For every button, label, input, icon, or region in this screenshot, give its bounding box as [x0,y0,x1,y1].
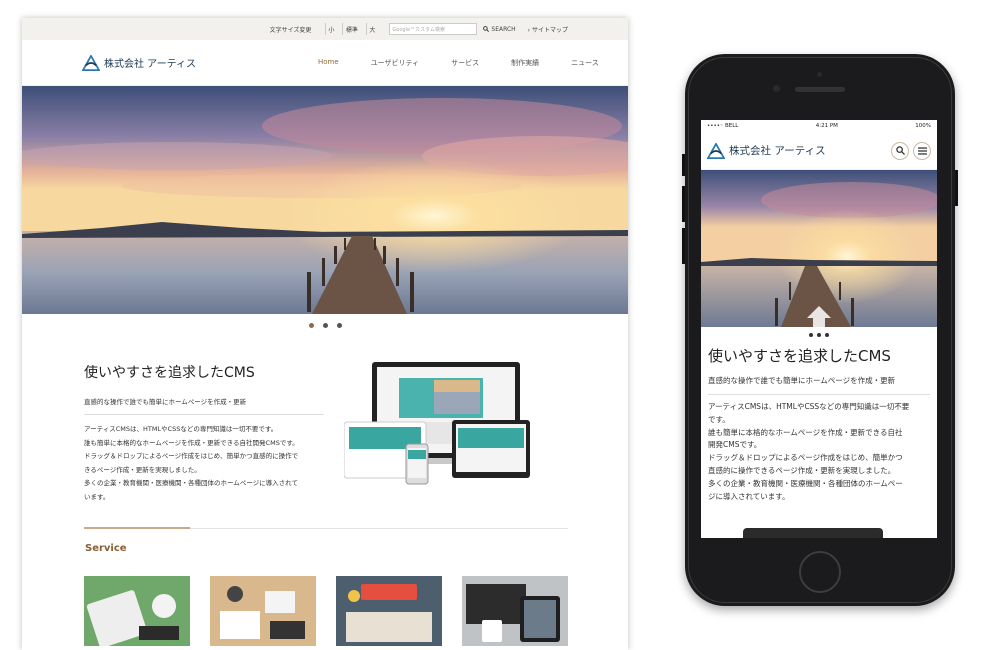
intro-line: ジに導入されています。 [708,491,790,501]
mobile-intro: 使いやすさを追求したCMS 直感的な操作で誰でも簡単にホームページを作成・更新 … [701,337,937,503]
mobile-hero-image [701,170,937,327]
device-illustration [343,362,554,492]
search-button-label: SEARCH [491,25,516,33]
intro-line: きるページ作成・更新を実現しました。 [84,465,201,474]
mobile-header: 株式会社 アーティス [701,132,937,170]
logo-text: 株式会社 アーティス [104,59,196,70]
nav-service[interactable]: サービス [435,58,495,68]
nav-news[interactable]: ニュース [555,58,615,68]
intro-line: アーティスCMSは、HTMLやCSSなどの専門知識は一切不要 [708,402,910,411]
nav-home[interactable]: Home [302,58,355,68]
mobile-search-button[interactable] [891,141,909,160]
mobile-intro-title: 使いやすさを追求したCMS [708,347,891,365]
service-card[interactable] [336,576,442,646]
mobile-menu-button[interactable] [913,141,931,160]
intro-line: 開発CMSです。 [708,440,762,450]
intro-line: アーティスCMSは、HTMLやCSSなどの専門知識は一切不要です。 [84,425,278,433]
power-button [955,170,958,206]
mobile-logo-text: 株式会社 アーティス [729,145,826,157]
status-bar: ••••◦ BELL 4:21 PM 100% [701,120,937,132]
intro-line: 多くの企業・教育機関・医療機関・各種団体のホームページに導入されて [84,479,298,488]
desktop-mockup: 文字サイズ変更 小 標準 大 Google™カスタム検索 SEARCH › サイ… [22,18,628,650]
volume-button [682,186,685,222]
sitemap-label: サイトマップ [531,26,568,34]
font-size-small-button[interactable]: 小 [325,23,336,35]
hamburger-icon [917,146,927,155]
search-icon [895,146,905,155]
search-input[interactable]: Google™カスタム検索 [389,23,478,35]
intro-line: 直感的に操作できるページ作成・更新を実現しました。 [708,465,896,475]
intro-line: います。 [84,492,110,501]
font-size-large-button[interactable]: 大 [366,23,377,35]
intro-line: 誰も簡単に本格的なホームページを作成・更新できる自社開発CMSです。 [84,438,299,447]
front-camera [773,85,780,92]
hero-image [22,86,628,314]
clock-label: 4:21 PM [815,123,838,129]
intro-section: 使いやすさを追求したCMS 直感的な操作で誰でも簡単にホームページを作成・更新 … [84,362,324,505]
mobile-intro-subtitle: 直感的な操作で誰でも簡単にホームページを作成・更新 [708,375,930,395]
hero-pagination [22,323,628,328]
service-card[interactable] [462,576,568,646]
site-header: 株式会社 アーティス Home ユーザビリティ サービス 制作実績 ニュース [22,40,628,86]
service-heading: Service [85,543,127,554]
logo-mark-icon [707,142,725,159]
intro-line: ドラッグ＆ドロップによるページ作成をはじめ、簡単かつ直感的に操作で [84,452,299,461]
mobile-intro-body: アーティスCMSは、HTMLやCSSなどの専門知識は一切不要 です。 誰も簡単に… [708,401,930,503]
carousel-dot[interactable] [825,333,829,337]
home-button [799,551,841,593]
battery-label: 100% [915,123,931,129]
mobile-device-illustration [743,528,883,538]
intro-line: 誰も簡単に本格的なホームページを作成・更新できる自社 [708,427,903,437]
service-divider-accent [84,527,190,529]
phone-speaker [795,87,845,92]
phone-screen: ••••◦ BELL 4:21 PM 100% 株式会社 アーティス 使いやすさ… [701,120,937,538]
search-button[interactable]: SEARCH [483,25,516,33]
sitemap-link[interactable]: › サイトマップ [528,25,568,34]
service-card[interactable] [84,576,190,646]
intro-line: ドラッグ＆ドロップによるページ作成をはじめ、簡単かつ [708,453,903,463]
phone-sensor [817,72,822,77]
intro-line: です。 [708,414,730,424]
intro-body: アーティスCMSは、HTMLやCSSなどの専門知識は一切不要です。 誰も簡単に本… [84,423,324,505]
nav-usability[interactable]: ユーザビリティ [355,58,435,68]
site-logo[interactable]: 株式会社 アーティス [82,54,302,71]
mobile-header-actions [891,141,931,160]
phone-mockup: ••••◦ BELL 4:21 PM 100% 株式会社 アーティス 使いやすさ… [682,54,958,606]
logo-mark-icon [82,54,100,71]
global-nav: Home ユーザビリティ サービス 制作実績 ニュース [302,58,615,68]
carrier-label: ••••◦ BELL [707,123,739,129]
mobile-logo[interactable]: 株式会社 アーティス [707,142,891,159]
nav-works[interactable]: 制作実績 [495,58,555,68]
carousel-dot[interactable] [308,323,314,328]
carousel-dot[interactable] [336,323,342,328]
service-card[interactable] [210,576,316,646]
intro-subtitle: 直感的な操作で誰でも簡単にホームページを作成・更新 [84,396,324,415]
utility-bar: 文字サイズ変更 小 標準 大 Google™カスタム検索 SEARCH › サイ… [22,18,628,40]
carousel-dot[interactable] [809,333,813,337]
service-grid [84,576,568,646]
intro-line: 多くの企業・教育機関・医療機関・各種団体のホームペー [708,478,903,488]
font-size-standard-button[interactable]: 標準 [342,23,360,35]
carousel-dot[interactable] [817,333,821,337]
volume-button [682,154,685,176]
carousel-dot[interactable] [322,323,328,328]
intro-title: 使いやすさを追求したCMS [84,365,255,381]
font-size-label: 文字サイズ変更 [269,26,312,34]
search-icon [483,26,490,32]
volume-button [682,228,685,264]
